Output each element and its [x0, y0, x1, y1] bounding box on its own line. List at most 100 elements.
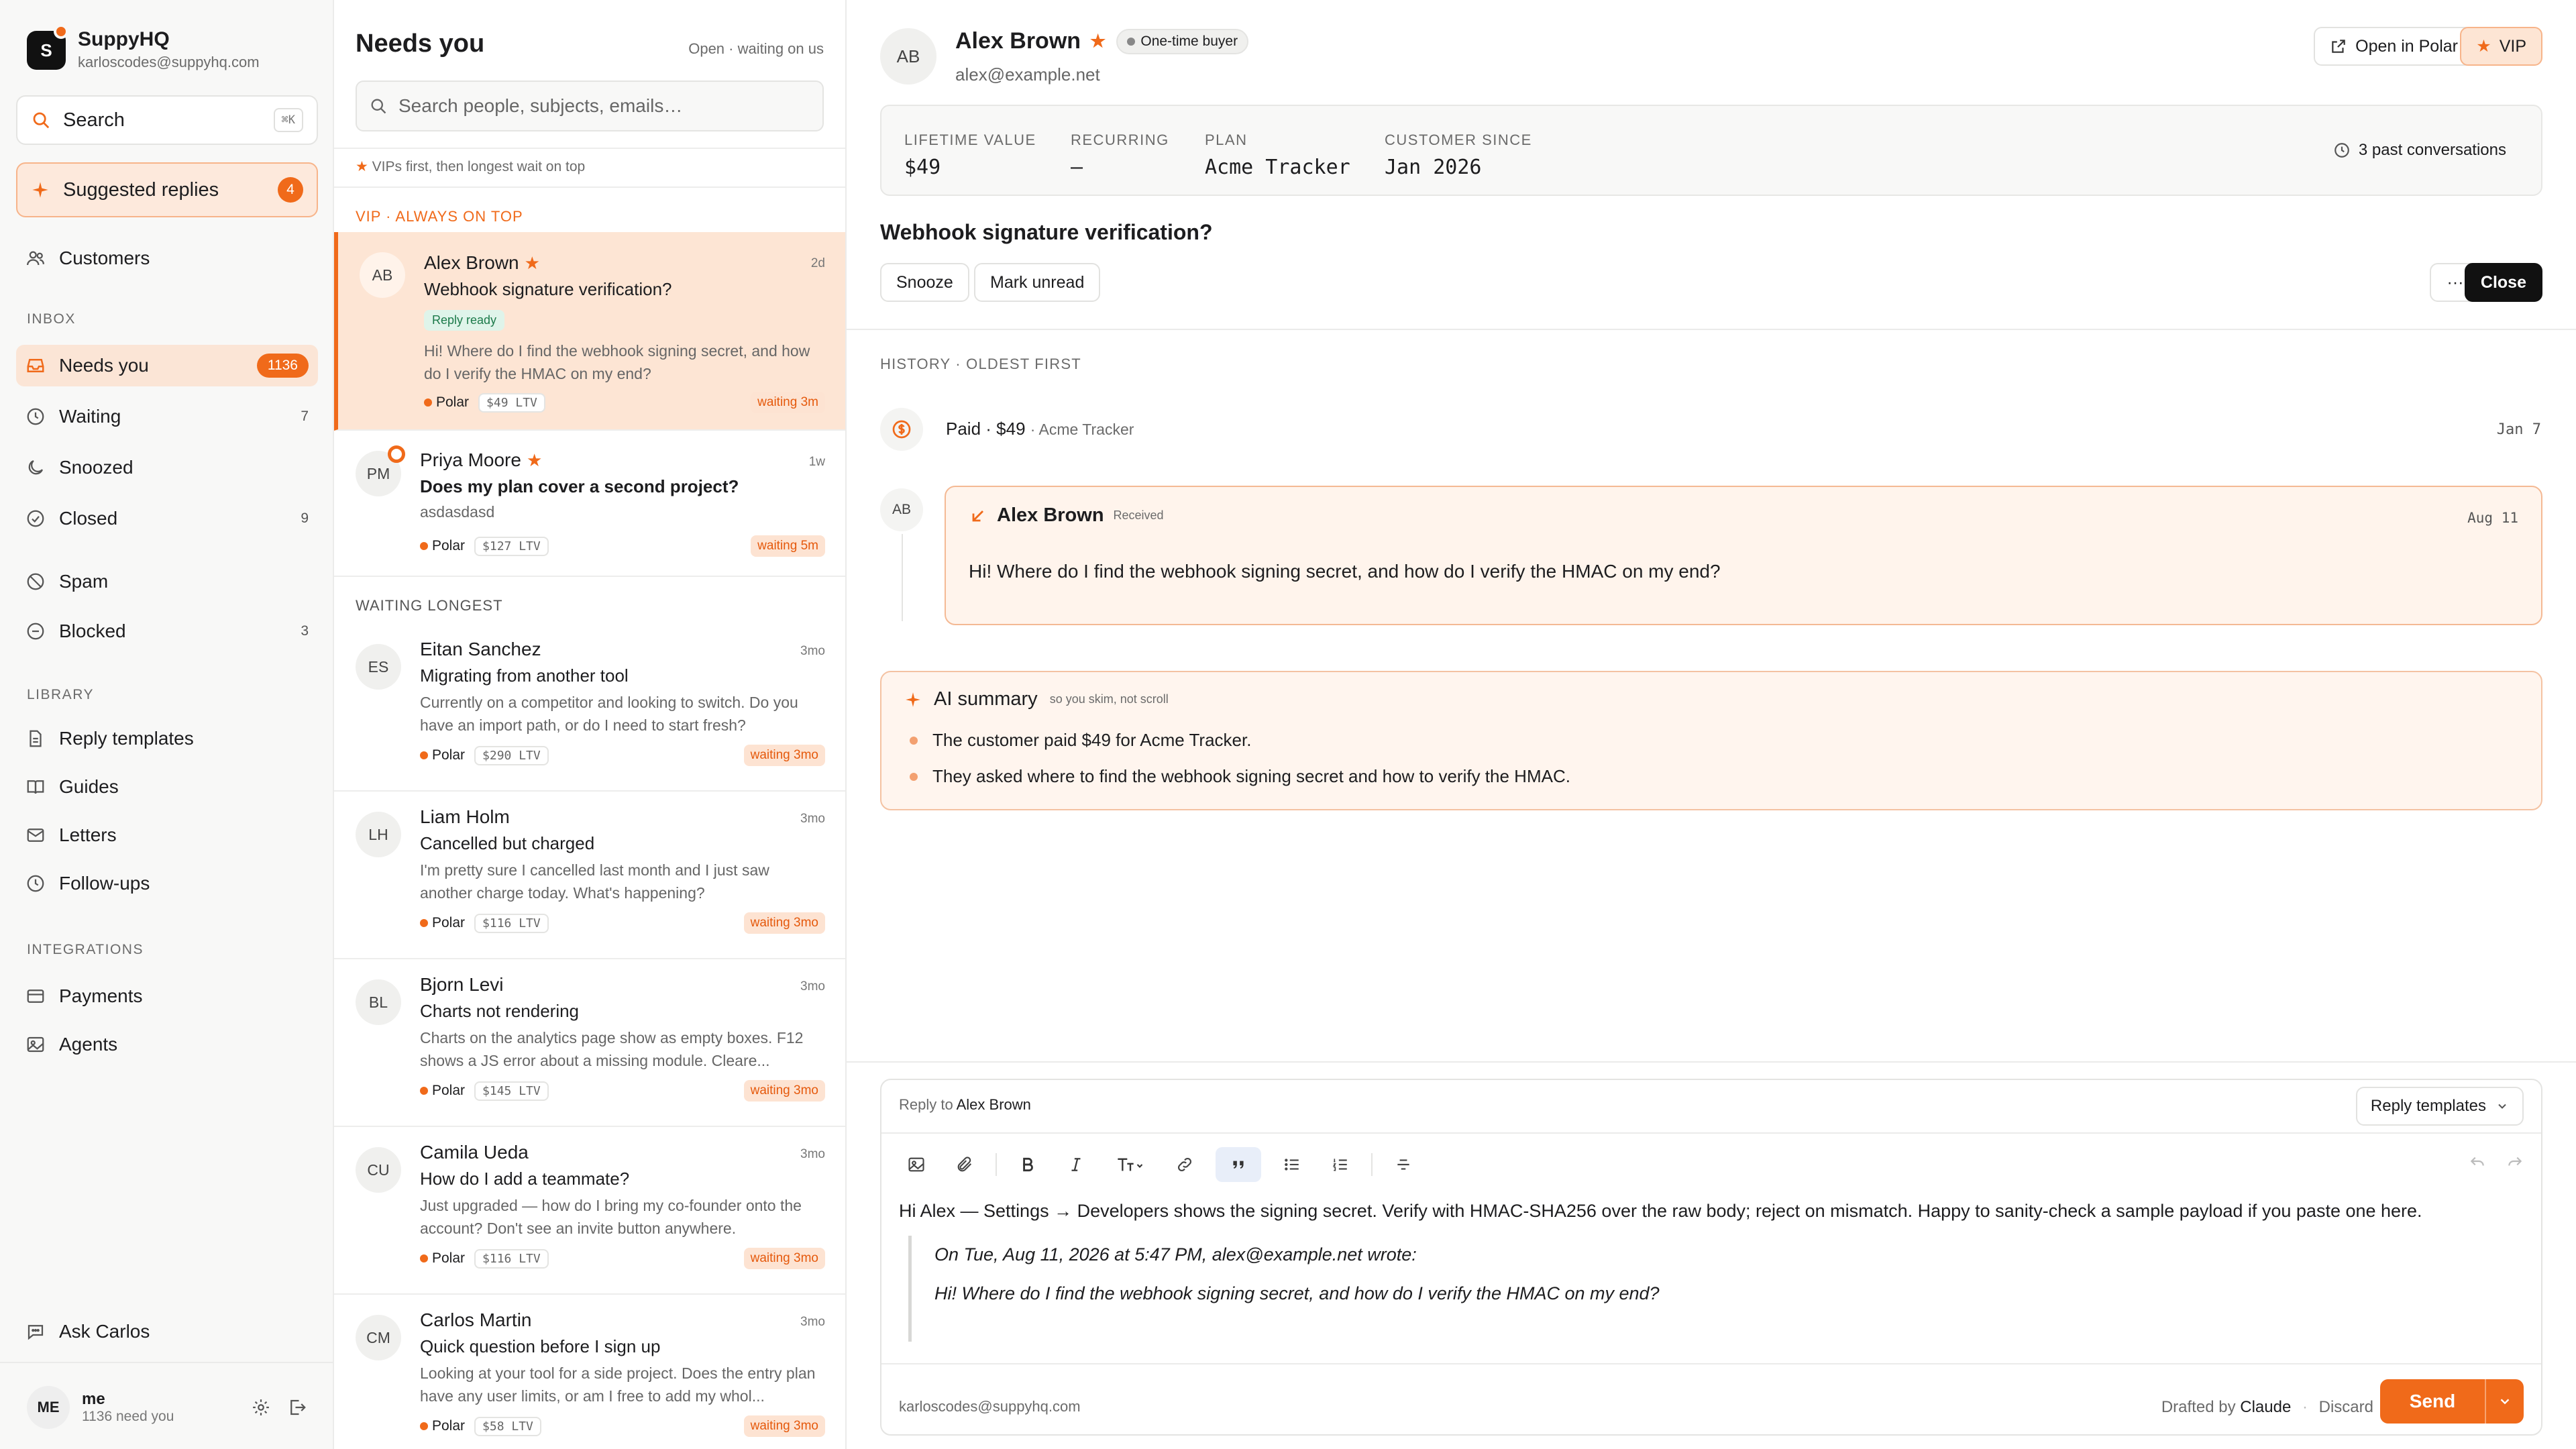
thread-line	[902, 534, 903, 621]
italic-icon	[1071, 1158, 1081, 1171]
sidebar-item-label: Waiting	[59, 406, 121, 427]
blockquote-button[interactable]	[1216, 1147, 1261, 1182]
sidebar-item-ask-carlos[interactable]: Ask Carlos	[16, 1311, 318, 1352]
sidebar-item-closed[interactable]: Closed 9	[16, 498, 318, 539]
strikethrough-button[interactable]	[1386, 1147, 1421, 1182]
user-profile: ME me 1136 need you	[16, 1381, 318, 1434]
reply-body-text[interactable]: Hi Alex — Settings → Developers shows th…	[899, 1201, 2422, 1222]
sidebar-item-waiting[interactable]: Waiting 7	[16, 396, 318, 437]
chat-icon	[28, 1325, 44, 1340]
source: Polar	[420, 1250, 465, 1267]
list-item[interactable]: CU Camila Ueda 3mo How do I add a teamma…	[334, 1127, 845, 1295]
sidebar-item-snoozed[interactable]: Snoozed	[16, 447, 318, 488]
stat-value: Acme Tracker	[1205, 156, 1350, 179]
list-item[interactable]: BL Bjorn Levi 3mo Charts not rendering C…	[334, 959, 845, 1127]
list-item[interactable]: CM Carlos Martin 3mo Quick question befo…	[334, 1295, 845, 1449]
chevron-down-icon	[2500, 1399, 2510, 1405]
open-in-polar-button[interactable]: Open in Polar	[2314, 27, 2474, 66]
check-circle-icon	[27, 510, 44, 527]
send-options-button[interactable]	[2485, 1379, 2524, 1424]
close-button[interactable]: Close	[2464, 263, 2542, 302]
sidebar-item-follow-ups[interactable]: Follow-ups	[16, 863, 318, 904]
suggested-replies-count: 4	[278, 177, 303, 203]
payment-date: Jan 7	[2496, 421, 2541, 438]
source: Polar	[420, 538, 465, 554]
sidebar-item-blocked[interactable]: Blocked 3	[16, 610, 318, 652]
list-divider	[334, 186, 845, 188]
subject: Quick question before I sign up	[420, 1336, 661, 1356]
sidebar-search[interactable]: Search ⌘K	[16, 95, 318, 145]
source-dot	[420, 751, 428, 759]
sidebar-item-agents[interactable]: Agents	[16, 1024, 318, 1065]
redo-icon[interactable]	[2506, 1152, 2524, 1170]
brand-logo-letter: S	[40, 40, 52, 60]
conversation-list: Needs you Open · waiting on us Search pe…	[334, 0, 847, 1449]
sidebar-item-payments[interactable]: Payments	[16, 975, 318, 1017]
open-in-polar-label: Open in Polar	[2355, 36, 2458, 56]
sidebar-item-needs-you[interactable]: Needs you 1136	[16, 345, 318, 386]
clock-icon	[27, 408, 44, 425]
preview: Currently on a competitor and looking to…	[420, 694, 798, 734]
ltv-badge: $116 LTV	[474, 1248, 549, 1269]
attach-button[interactable]	[947, 1147, 982, 1182]
dollar-icon	[892, 420, 911, 439]
star-icon: ★	[1090, 31, 1106, 51]
image-button[interactable]	[899, 1147, 934, 1182]
bullet-list-button[interactable]	[1275, 1147, 1309, 1182]
bullet	[910, 772, 918, 781]
undo-icon[interactable]	[2469, 1152, 2486, 1170]
numbered-list-button[interactable]	[1323, 1147, 1358, 1182]
italic-button[interactable]	[1059, 1147, 1093, 1182]
ltv-badge: $49 LTV	[478, 392, 545, 413]
list-item[interactable]: AB Alex Brown ★ 2d Webhook signature veri…	[334, 232, 845, 431]
toolbar-separator	[996, 1153, 997, 1176]
sidebar-item-guides[interactable]: Guides	[16, 766, 318, 808]
logout-icon[interactable]	[287, 1397, 307, 1417]
bold-button[interactable]	[1010, 1147, 1045, 1182]
stat-value: —	[1071, 156, 1083, 179]
link-icon	[1178, 1158, 1191, 1171]
list-item[interactable]: LH Liam Holm 3mo Cancelled but charged I…	[334, 792, 845, 959]
sidebar-item-label: Follow-ups	[59, 873, 150, 894]
sender-address: karloscodes@suppyhq.com	[899, 1398, 1081, 1415]
sort-note: ★ VIPs first, then longest wait on top	[356, 159, 586, 174]
vip-toggle-button[interactable]: ★ VIP	[2460, 27, 2542, 66]
timestamp: 3mo	[800, 644, 825, 658]
discard-button[interactable]: Discard	[2319, 1398, 2373, 1416]
reply-templates-dropdown[interactable]: Reply templates	[2355, 1087, 2524, 1126]
past-conversations-link[interactable]: 3 past conversations	[2333, 141, 2506, 160]
list-search-input[interactable]: Search people, subjects, emails…	[356, 80, 824, 131]
user-sub: 1136 need you	[82, 1409, 174, 1424]
gear-icon[interactable]	[251, 1397, 271, 1417]
text-size-button[interactable]	[1107, 1147, 1154, 1182]
wait-badge: waiting 5m	[751, 535, 825, 557]
sidebar-item-customers[interactable]: Customers	[16, 237, 318, 279]
avatar: AB	[880, 488, 923, 531]
quoted-message: On Tue, Aug 11, 2026 at 5:47 PM, alex@ex…	[908, 1236, 1660, 1342]
sidebar-item-label: Snoozed	[59, 457, 133, 478]
mark-unread-button[interactable]: Mark unread	[974, 263, 1101, 302]
list-item[interactable]: PM Priya Moore ★ 1w Does my plan cover a …	[334, 431, 845, 577]
link-button[interactable]	[1167, 1147, 1202, 1182]
strikethrough-icon	[1397, 1159, 1409, 1170]
sidebar-item-letters[interactable]: Letters	[16, 814, 318, 856]
ltv-badge: $127 LTV	[474, 536, 549, 556]
snooze-button[interactable]: Snooze	[880, 263, 969, 302]
list-item[interactable]: ES Eitan Sanchez 3mo Migrating from anot…	[334, 624, 845, 792]
blocked-count: 3	[301, 623, 309, 639]
message-body: Hi! Where do I find the webhook signing …	[969, 561, 1721, 582]
sidebar-item-spam[interactable]: Spam	[16, 561, 318, 602]
preview: Just upgraded — how do I bring my co-fou…	[420, 1197, 802, 1237]
avatar: CM	[356, 1315, 401, 1360]
customer-type-badge: One-time buyer	[1116, 28, 1249, 54]
contact-name: Priya Moore ★	[420, 449, 542, 471]
moon-icon	[28, 460, 44, 475]
suggested-replies-button[interactable]: Suggested replies 4	[16, 162, 318, 217]
sidebar-item-reply-templates[interactable]: Reply templates	[16, 718, 318, 759]
avatar: CU	[356, 1147, 401, 1193]
sidebar-divider	[0, 1362, 334, 1363]
send-button[interactable]: Send	[2380, 1391, 2485, 1412]
item-meta: Polar $127 LTV waiting 5m	[420, 535, 825, 557]
subject: Webhook signature verification?	[424, 279, 672, 299]
avatar[interactable]: ME	[27, 1386, 70, 1429]
